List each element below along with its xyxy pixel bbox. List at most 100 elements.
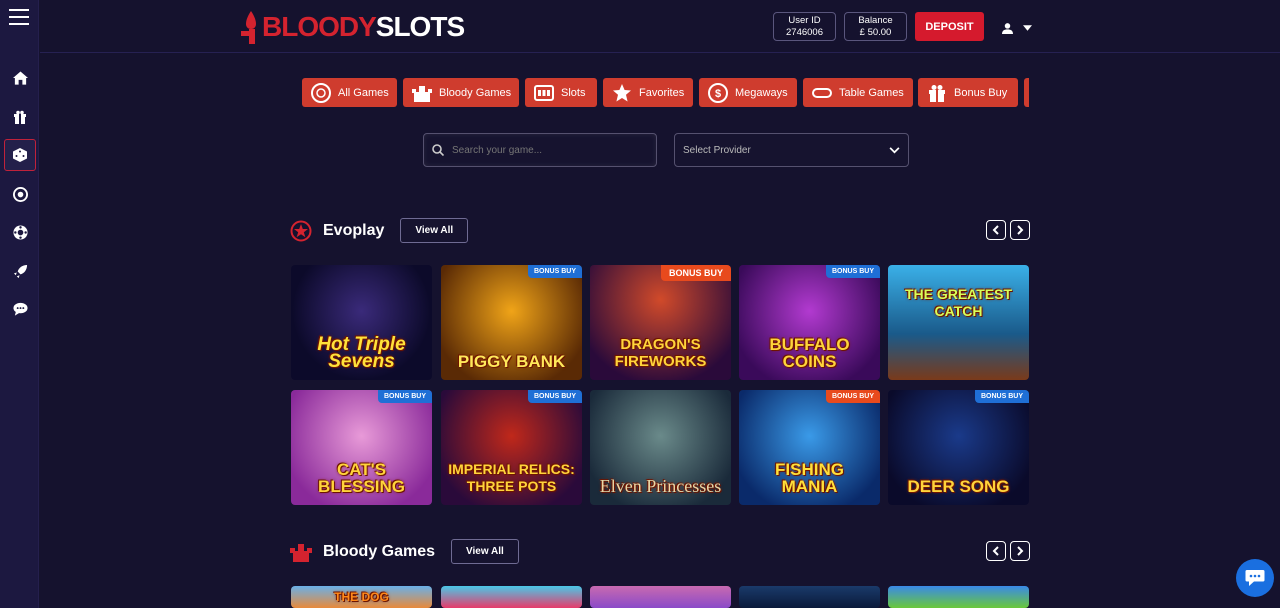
game-name: THE DOG	[334, 590, 389, 604]
section-title: Bloody Games	[323, 542, 436, 560]
table-icon	[811, 82, 833, 104]
game-tile[interactable]: BONUS BUY DEER SONG	[888, 390, 1029, 505]
category-more[interactable]	[1024, 78, 1029, 107]
chevron-right-icon	[1017, 546, 1024, 556]
castle-icon	[411, 82, 433, 104]
category-label: Bonus Buy	[954, 86, 1008, 99]
logo-text-slots: SLOTS	[375, 11, 465, 42]
deposit-button[interactable]: DEPOSIT	[915, 12, 984, 41]
game-tile[interactable]: BONUS BUY PIGGY BANK	[441, 265, 582, 380]
game-tile[interactable]	[441, 586, 582, 608]
game-tile[interactable]: BONUS BUY IMPERIAL RELICS: THREE POTS	[441, 390, 582, 505]
game-name: DEER SONG	[907, 477, 1010, 496]
bonus-buy-badge: BONUS BUY	[825, 390, 880, 403]
bonus-buy-badge: BONUS BUY	[527, 390, 582, 403]
game-name: FISHING MANIA	[775, 460, 844, 496]
category-bonus-buy[interactable]: Bonus Buy	[918, 78, 1018, 107]
rocket-icon[interactable]	[4, 255, 36, 287]
dice-icon[interactable]	[4, 139, 36, 171]
category-label: Bloody Games	[439, 86, 512, 99]
game-tile[interactable]	[739, 586, 880, 608]
view-all-button[interactable]: View All	[451, 539, 519, 564]
user-icon	[1002, 22, 1013, 34]
view-all-button[interactable]: View All	[400, 218, 469, 243]
svg-text:$: $	[715, 88, 721, 100]
chevron-down-icon	[1023, 25, 1032, 31]
category-megaways[interactable]: $ Megaways	[699, 78, 797, 107]
category-bloody-games[interactable]: Bloody Games	[403, 78, 519, 107]
next-arrow-button[interactable]	[1010, 220, 1030, 240]
live-chat-button[interactable]	[1236, 559, 1274, 597]
poker-chip-icon[interactable]	[4, 216, 36, 248]
game-name: DRAGON'S FIREWORKS	[614, 336, 707, 370]
game-tile[interactable]	[590, 586, 731, 608]
top-header: BLOODYSLOTS User ID 2746006 Balance £ 50…	[40, 0, 1280, 53]
game-name: THE GREATEST CATCH	[904, 286, 1013, 319]
logo-mark-icon	[241, 11, 256, 44]
prev-arrow-button[interactable]	[986, 541, 1006, 561]
category-label: Favorites	[639, 86, 685, 99]
category-bar: All Games Bloody Games Slots Favorites $…	[302, 78, 1029, 107]
balance-value: £ 50.00	[859, 27, 892, 38]
category-all-games[interactable]: All Games	[302, 78, 397, 107]
game-name: BUFFALO COINS	[769, 335, 850, 371]
game-tile[interactable]: Elven Princesses	[590, 390, 731, 505]
game-tile[interactable]: THE GREATEST CATCH	[888, 265, 1029, 380]
category-label: All Games	[338, 86, 389, 99]
game-tile[interactable]: Hot Triple Sevens	[291, 265, 432, 380]
chip-icon	[310, 82, 332, 104]
section-bloody-games-header: Bloody Games View All	[290, 539, 1030, 564]
search-icon	[432, 144, 444, 156]
game-tile[interactable]: THE DOG	[291, 586, 432, 608]
game-name: Hot Triple Sevens	[317, 334, 406, 372]
balance-label: Balance	[858, 15, 893, 26]
bonus-buy-badge: BONUS BUY	[974, 390, 1029, 403]
coin-icon: $	[707, 82, 729, 104]
provider-select[interactable]: Select Provider	[674, 133, 909, 167]
category-label: Table Games	[839, 86, 904, 99]
chevron-left-icon	[992, 546, 999, 556]
section-evoplay-header: Evoplay View All	[290, 218, 1030, 243]
game-tile[interactable]: BONUS BUY FISHING MANIA	[739, 390, 880, 505]
chevron-left-icon	[992, 225, 999, 235]
target-icon[interactable]	[4, 178, 36, 210]
gift-icon[interactable]	[4, 101, 36, 133]
prev-arrow-button[interactable]	[986, 220, 1006, 240]
slot-machine-icon	[533, 82, 555, 104]
bonus-buy-badge: BONUS BUY	[825, 265, 880, 278]
game-tile[interactable]: BONUS BUY CAT'S BLESSING	[291, 390, 432, 505]
chevron-down-icon	[889, 146, 900, 153]
bonus-buy-badge: BONUS BUY	[527, 265, 582, 278]
balance-box: Balance £ 50.00	[844, 12, 907, 41]
game-name: PIGGY BANK	[457, 352, 566, 371]
user-id-box: User ID 2746006	[773, 12, 836, 41]
game-tile[interactable]: BONUS BUY DRAGON'S FIREWORKS	[590, 265, 731, 380]
category-label: Slots	[561, 86, 586, 99]
category-table-games[interactable]: Table Games	[803, 78, 913, 107]
sidebar	[0, 0, 39, 608]
chevron-right-icon	[1017, 225, 1024, 235]
next-arrow-button[interactable]	[1010, 541, 1030, 561]
category-slots[interactable]: Slots	[525, 78, 597, 107]
brand-logo[interactable]: BLOODYSLOTS	[240, 8, 465, 46]
bonus-buy-badge: BONUS BUY	[660, 265, 731, 281]
star-icon	[611, 82, 633, 104]
game-name: Elven Princesses	[599, 476, 722, 496]
category-favorites[interactable]: Favorites	[603, 78, 693, 107]
logo-text-bloody: BLOODY	[262, 11, 377, 42]
castle-icon	[290, 543, 312, 562]
search-box	[423, 133, 657, 167]
game-name: IMPERIAL RELICS: THREE POTS	[448, 461, 575, 494]
user-menu[interactable]	[1002, 19, 1042, 37]
chat-icon	[1245, 570, 1265, 586]
search-input[interactable]	[452, 144, 642, 156]
bonus-buy-badge: BONUS BUY	[377, 390, 432, 403]
menu-icon[interactable]	[9, 9, 29, 26]
game-tile[interactable]	[888, 586, 1029, 608]
game-tile[interactable]: BONUS BUY BUFFALO COINS	[739, 265, 880, 380]
category-label: Megaways	[735, 86, 788, 99]
game-name: CAT'S BLESSING	[318, 460, 405, 496]
provider-select-label: Select Provider	[683, 144, 751, 156]
home-icon[interactable]	[4, 62, 36, 94]
chat-bubble-icon[interactable]	[4, 293, 36, 325]
